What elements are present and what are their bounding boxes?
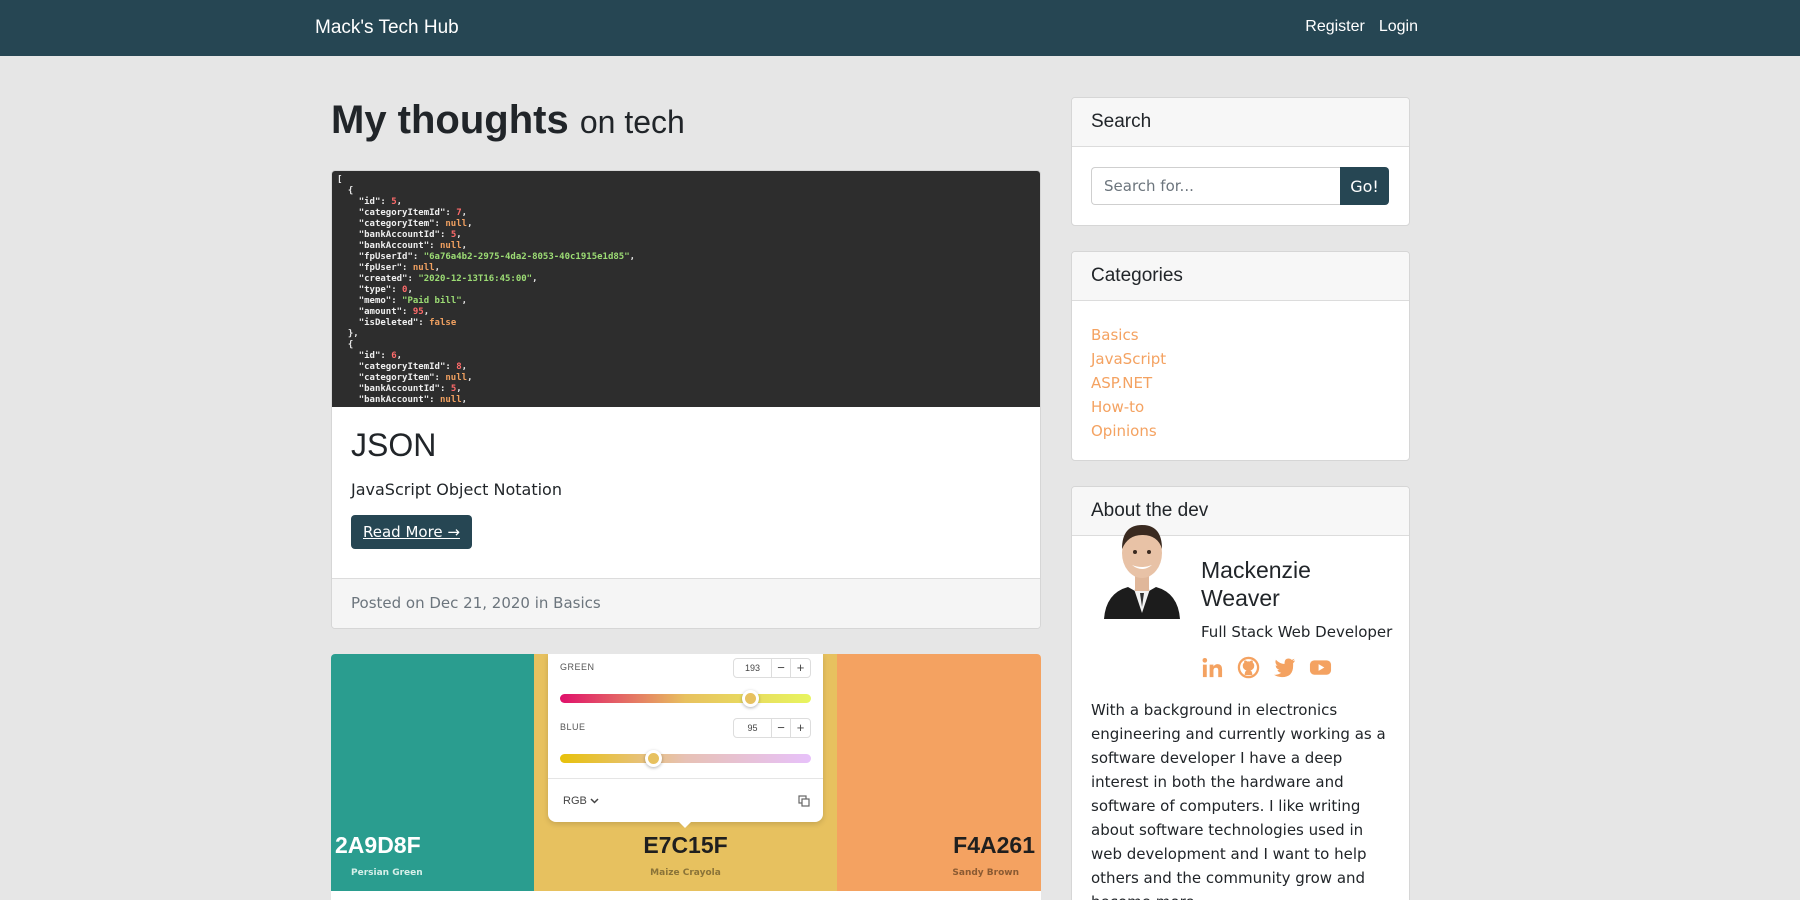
category-link-opinions[interactable]: Opinions bbox=[1091, 422, 1157, 440]
post-category-link[interactable]: Basics bbox=[553, 594, 601, 612]
green-slider bbox=[560, 690, 811, 707]
github-icon[interactable] bbox=[1237, 656, 1260, 679]
search-go-button[interactable]: Go! bbox=[1340, 167, 1389, 205]
dev-role: Full Stack Web Developer bbox=[1201, 623, 1393, 641]
post-image-json-code[interactable]: [ { "id": 5, "categoryItemId": 7, "categ… bbox=[332, 171, 1040, 407]
social-links bbox=[1201, 656, 1332, 679]
post-excerpt: JavaScript Object Notation bbox=[351, 480, 562, 499]
color-mode-label: RGB bbox=[563, 795, 587, 807]
nav-links: Register Login bbox=[1305, 18, 1418, 36]
post-card-colors: 2A9D8F Persian Green GREEN 193 − + BLUE bbox=[331, 654, 1041, 900]
post-body: JSON JavaScript Object Notation Read Mor… bbox=[332, 407, 1040, 578]
page-title-sub: on tech bbox=[579, 104, 685, 140]
brand-link[interactable]: Mack's Tech Hub bbox=[315, 17, 459, 39]
color-picker-panel: GREEN 193 − + BLUE 95 − + RGB bbox=[548, 654, 823, 828]
about-widget: About the dev Mackenzie Weaver Full Stac… bbox=[1071, 486, 1410, 900]
category-link-basics[interactable]: Basics bbox=[1091, 326, 1139, 344]
top-navbar: Mack's Tech Hub Register Login bbox=[0, 0, 1800, 56]
dev-name: Mackenzie Weaver bbox=[1201, 557, 1311, 611]
page-title-main: My thoughts bbox=[331, 98, 569, 142]
dev-bio: With a background in electronics enginee… bbox=[1091, 701, 1386, 900]
swatch-hex: E7C15F bbox=[643, 832, 728, 858]
page-title: My thoughts on tech bbox=[331, 98, 685, 143]
avatar bbox=[1104, 525, 1180, 619]
category-link-how-to[interactable]: How-to bbox=[1091, 398, 1144, 416]
swatch-name: Sandy Brown bbox=[952, 868, 1019, 878]
read-more-button[interactable]: Read More → bbox=[351, 515, 472, 549]
green-value: 193 bbox=[734, 659, 772, 677]
blue-stepper: 95 − + bbox=[733, 718, 811, 738]
post-title[interactable]: JSON bbox=[351, 427, 1021, 464]
category-link-javascript[interactable]: JavaScript bbox=[1091, 350, 1166, 368]
list-item: Opinions bbox=[1091, 419, 1390, 443]
list-item: How-to bbox=[1091, 395, 1390, 419]
twitter-icon[interactable] bbox=[1273, 656, 1296, 679]
minus-icon: − bbox=[772, 659, 791, 677]
slider-thumb bbox=[741, 690, 759, 707]
search-widget: Search Go! bbox=[1071, 97, 1410, 226]
copy-icon bbox=[798, 795, 810, 807]
swatch-name: Persian Green bbox=[351, 868, 423, 878]
swatch-persian-green: 2A9D8F Persian Green bbox=[331, 654, 534, 891]
blue-label: BLUE bbox=[560, 722, 586, 732]
blue-slider bbox=[560, 750, 811, 767]
post-image-color-palette[interactable]: 2A9D8F Persian Green GREEN 193 − + BLUE bbox=[331, 654, 1041, 891]
swatch-name: Maize Crayola bbox=[650, 868, 721, 878]
color-mode-select: RGB bbox=[563, 795, 599, 807]
search-group: Go! bbox=[1091, 167, 1389, 205]
list-item: ASP.NET bbox=[1091, 371, 1390, 395]
chevron-down-icon bbox=[590, 798, 599, 804]
minus-icon: − bbox=[772, 719, 791, 737]
register-link[interactable]: Register bbox=[1305, 18, 1365, 36]
category-link-aspnet[interactable]: ASP.NET bbox=[1091, 374, 1152, 392]
list-item: Basics bbox=[1091, 323, 1390, 347]
blue-row: BLUE 95 − + bbox=[560, 718, 811, 738]
post-footer: Posted on Dec 21, 2020 in Basics bbox=[332, 578, 1040, 628]
swatch-hex: F4A261 bbox=[953, 832, 1035, 858]
plus-icon: + bbox=[796, 660, 805, 675]
youtube-icon[interactable] bbox=[1309, 656, 1332, 679]
picker-footer: RGB bbox=[548, 778, 823, 822]
categories-heading: Categories bbox=[1072, 252, 1409, 301]
post-card-json: [ { "id": 5, "categoryItemId": 7, "categ… bbox=[331, 170, 1041, 629]
slider-thumb bbox=[645, 750, 663, 767]
post-date: Posted on Dec 21, 2020 in bbox=[351, 594, 549, 612]
swatch-sandy-brown: F4A261 Sandy Brown bbox=[837, 654, 1041, 891]
green-row: GREEN 193 − + bbox=[560, 658, 811, 678]
plus-icon: + bbox=[796, 720, 805, 735]
blue-value: 95 bbox=[734, 719, 772, 737]
login-link[interactable]: Login bbox=[1379, 18, 1418, 36]
swatch-hex: 2A9D8F bbox=[335, 832, 421, 858]
green-label: GREEN bbox=[560, 662, 595, 672]
categories-list: Basics JavaScript ASP.NET How-to Opinion… bbox=[1072, 301, 1409, 460]
search-input[interactable] bbox=[1091, 167, 1340, 205]
green-stepper: 193 − + bbox=[733, 658, 811, 678]
linkedin-icon[interactable] bbox=[1201, 656, 1224, 679]
swatch-maize-crayola: GREEN 193 − + BLUE 95 − + RGB E7C15F Mai… bbox=[534, 654, 837, 891]
search-heading: Search bbox=[1072, 98, 1409, 147]
categories-widget: Categories Basics JavaScript ASP.NET How… bbox=[1071, 251, 1410, 461]
list-item: JavaScript bbox=[1091, 347, 1390, 371]
